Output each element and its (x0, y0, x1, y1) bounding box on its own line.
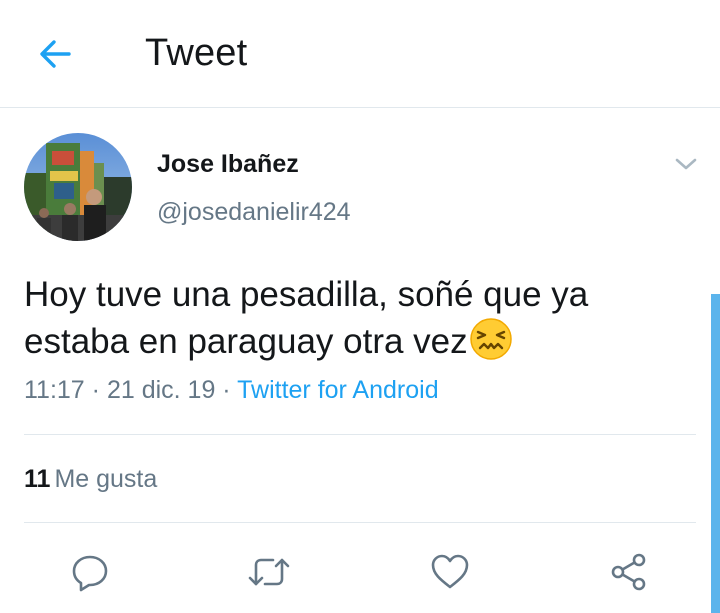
tweet-text: Hoy tuve una pesadilla, soñé que ya esta… (24, 272, 684, 364)
author-name[interactable]: Jose Ibañez (157, 150, 299, 179)
likes-label: Me gusta (54, 465, 158, 493)
meta-separator-2: · (215, 376, 238, 404)
heart-icon (431, 554, 469, 589)
divider (24, 434, 696, 435)
tweet-detail-screen: Tweet Jose Ibañez @josedanielir424 Hoy t… (0, 0, 720, 613)
confounded-face-emoji (469, 318, 512, 360)
likes-count: 11 (24, 465, 51, 493)
share-button[interactable] (605, 548, 653, 596)
avatar-photo (24, 133, 132, 241)
page-title: Tweet (145, 32, 248, 74)
tweet-text-line-2: estaba en paraguay otra vez (24, 317, 684, 364)
tweet-options-button[interactable] (668, 146, 704, 182)
arrow-left-icon (40, 40, 71, 68)
divider-2 (24, 522, 696, 523)
reply-button[interactable] (66, 548, 114, 596)
retweet-icon (248, 558, 290, 586)
chevron-down-icon (675, 158, 697, 170)
share-icon (611, 553, 646, 591)
tweet-text-line: Hoy tuve una pesadilla, soñé que ya (24, 275, 589, 314)
retweet-button[interactable] (245, 548, 293, 596)
tweet-time: 11:17 (24, 376, 85, 404)
likes-stat[interactable]: 11 Me gusta (24, 465, 157, 494)
like-button[interactable] (426, 548, 474, 596)
avatar[interactable] (24, 133, 132, 241)
scrollbar-thumb[interactable] (711, 294, 720, 613)
back-button[interactable] (30, 30, 80, 78)
tweet-text-line-2-text: estaba en paraguay otra vez (24, 322, 468, 361)
tweet-source-link[interactable]: Twitter for Android (237, 376, 438, 404)
top-bar: Tweet (0, 0, 720, 108)
meta-separator: · (84, 376, 107, 404)
author-handle[interactable]: @josedanielir424 (157, 198, 351, 227)
tweet-date: 21 dic. 19 (106, 376, 216, 404)
reply-icon (72, 555, 108, 592)
tweet-meta: 11:17 · 21 dic. 19 · Twitter for Android (24, 376, 439, 405)
